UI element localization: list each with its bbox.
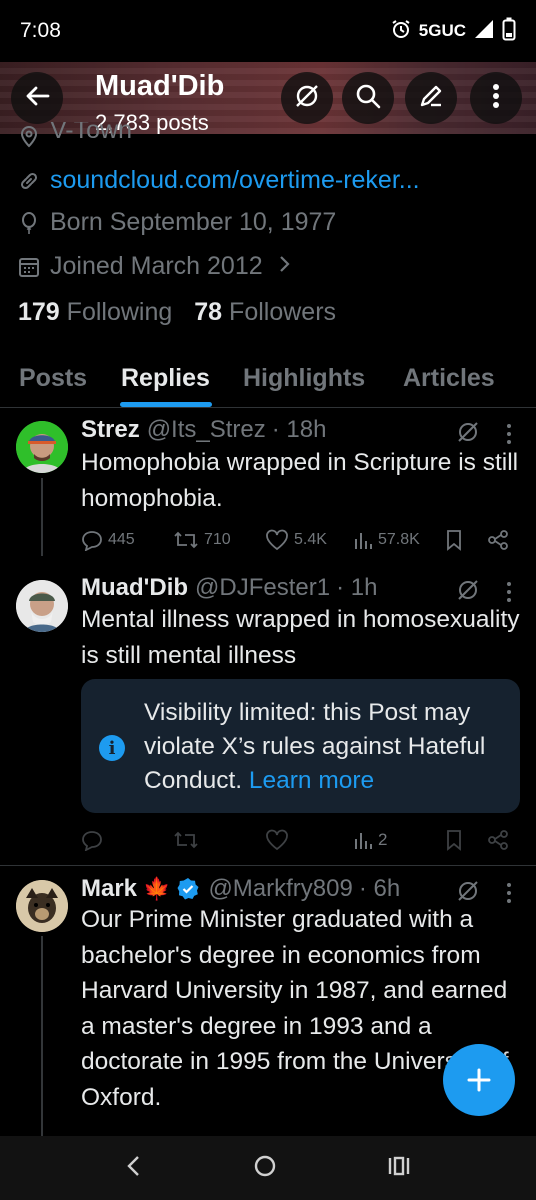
tweet-time: · 1h bbox=[336, 574, 378, 601]
status-time: 7:08 bbox=[20, 19, 61, 42]
following-link[interactable]: 179 Following bbox=[18, 298, 172, 327]
followers-link[interactable]: 78 Followers bbox=[194, 298, 336, 327]
bookmark-button[interactable] bbox=[445, 829, 487, 851]
author-handle[interactable]: @Its_Strez bbox=[147, 416, 266, 444]
battery-icon bbox=[502, 17, 516, 46]
tweet-header: Strez @Its_Strez · 18h bbox=[81, 416, 326, 444]
recents-nav-icon[interactable] bbox=[386, 1155, 412, 1182]
status-bar: 7:08 5GUC bbox=[0, 0, 536, 62]
bookmark-icon bbox=[447, 830, 461, 851]
reply-button[interactable] bbox=[81, 829, 173, 851]
bookmark-button[interactable] bbox=[445, 529, 487, 551]
profile-born: Born September 10, 1977 bbox=[18, 208, 336, 237]
visibility-notice: i Visibility limited: this Post may viol… bbox=[81, 679, 520, 813]
vertical-dots-icon bbox=[492, 83, 500, 114]
tab-highlights[interactable]: Highlights bbox=[243, 364, 365, 393]
home-nav-icon[interactable] bbox=[252, 1153, 278, 1184]
alarm-icon bbox=[391, 19, 411, 44]
thread-line bbox=[41, 478, 43, 556]
tab-replies[interactable]: Replies bbox=[121, 364, 210, 393]
compose-button[interactable] bbox=[443, 1044, 515, 1116]
profile-location: V-Town bbox=[18, 122, 132, 152]
grok-button[interactable] bbox=[281, 72, 333, 124]
reply-icon bbox=[82, 531, 102, 551]
edit-button[interactable] bbox=[405, 72, 457, 124]
tweet-header: Mark 🍁 @Markfry809 · 6h bbox=[81, 875, 400, 903]
avatar[interactable] bbox=[16, 580, 68, 632]
tab-posts[interactable]: Posts bbox=[19, 364, 87, 393]
info-icon: i bbox=[99, 735, 125, 761]
calendar-icon bbox=[18, 256, 40, 278]
author-handle[interactable]: @Markfry809 bbox=[208, 875, 352, 903]
views-button[interactable]: 2 bbox=[353, 830, 445, 850]
link-icon bbox=[18, 170, 40, 192]
tweet-header: Muad'Dib @DJFester1 · 1h bbox=[81, 574, 377, 602]
back-button[interactable] bbox=[11, 72, 63, 124]
bookmark-icon bbox=[447, 530, 461, 551]
thread-line bbox=[41, 936, 43, 1136]
author-handle[interactable]: @DJFester1 bbox=[195, 574, 330, 602]
tweet-text: Mental illness wrapped in homosexuality … bbox=[81, 606, 520, 669]
search-button[interactable] bbox=[342, 72, 394, 124]
author-name[interactable]: Mark bbox=[81, 875, 137, 903]
retweet-button[interactable]: 710 bbox=[173, 530, 265, 550]
back-arrow-icon bbox=[24, 83, 50, 114]
like-button[interactable]: 5.4K bbox=[265, 529, 353, 551]
status-icons: 5GUC bbox=[391, 17, 516, 46]
views-button[interactable]: 57.8K bbox=[353, 530, 445, 550]
verified-badge-icon bbox=[177, 878, 199, 900]
grok-icon[interactable] bbox=[455, 419, 481, 445]
profile-joined[interactable]: Joined March 2012 bbox=[18, 252, 291, 281]
balloon-icon bbox=[18, 211, 40, 234]
avatar[interactable] bbox=[16, 880, 68, 932]
maple-leaf-icon: 🍁 bbox=[143, 876, 171, 901]
retweet-icon bbox=[174, 531, 198, 549]
website-link[interactable]: soundcloud.com/overtime-reker... bbox=[50, 166, 420, 195]
active-tab-indicator bbox=[120, 402, 212, 407]
tab-articles[interactable]: Articles bbox=[403, 364, 495, 393]
follow-stats: 179 Following 78 Followers bbox=[18, 298, 336, 327]
avatar[interactable] bbox=[16, 421, 68, 473]
divider bbox=[0, 865, 536, 866]
author-name[interactable]: Muad'Dib bbox=[81, 574, 188, 602]
grok-icon bbox=[293, 82, 321, 115]
views-icon bbox=[355, 833, 372, 849]
search-icon bbox=[354, 82, 382, 115]
share-icon bbox=[488, 830, 508, 850]
tweet-actions: 445 710 5.4K 57.8K bbox=[81, 525, 511, 555]
grok-icon[interactable] bbox=[455, 577, 481, 603]
heart-icon bbox=[266, 529, 288, 551]
plus-icon bbox=[467, 1068, 491, 1092]
author-name[interactable]: Strez bbox=[81, 416, 140, 444]
back-nav-icon[interactable] bbox=[124, 1154, 144, 1183]
retweet-icon bbox=[174, 831, 198, 849]
reply-icon bbox=[82, 831, 102, 851]
learn-more-link[interactable]: Learn more bbox=[249, 767, 374, 794]
share-icon bbox=[488, 530, 508, 550]
profile-website[interactable]: soundcloud.com/overtime-reker... bbox=[18, 166, 420, 195]
profile-tabs: Posts Replies Highlights Articles bbox=[0, 350, 536, 408]
notice-text: Visibility limited: this Post may violat… bbox=[144, 699, 486, 794]
heart-icon bbox=[266, 829, 288, 851]
system-nav-bar bbox=[0, 1136, 536, 1200]
more-options-button[interactable] bbox=[470, 72, 522, 124]
views-icon bbox=[355, 533, 372, 549]
pencil-icon bbox=[417, 82, 445, 115]
location-pin-icon bbox=[18, 126, 40, 148]
share-button[interactable] bbox=[487, 829, 509, 851]
page-title: Muad'Dib bbox=[95, 70, 225, 102]
tweet-text: Homophobia wrapped in Scripture is still… bbox=[81, 449, 519, 512]
grok-icon[interactable] bbox=[455, 878, 481, 904]
share-button[interactable] bbox=[487, 529, 509, 551]
tweet-time: · 18h bbox=[271, 416, 327, 443]
signal-icon bbox=[474, 19, 494, 44]
retweet-button[interactable] bbox=[173, 830, 265, 850]
reply-button[interactable]: 445 bbox=[81, 529, 173, 551]
chevron-right-icon bbox=[279, 252, 291, 281]
network-label: 5GUC bbox=[418, 21, 466, 40]
tweet-time: · 6h bbox=[358, 875, 401, 902]
like-button[interactable] bbox=[265, 829, 353, 851]
tweet-actions: 2 bbox=[81, 825, 511, 855]
